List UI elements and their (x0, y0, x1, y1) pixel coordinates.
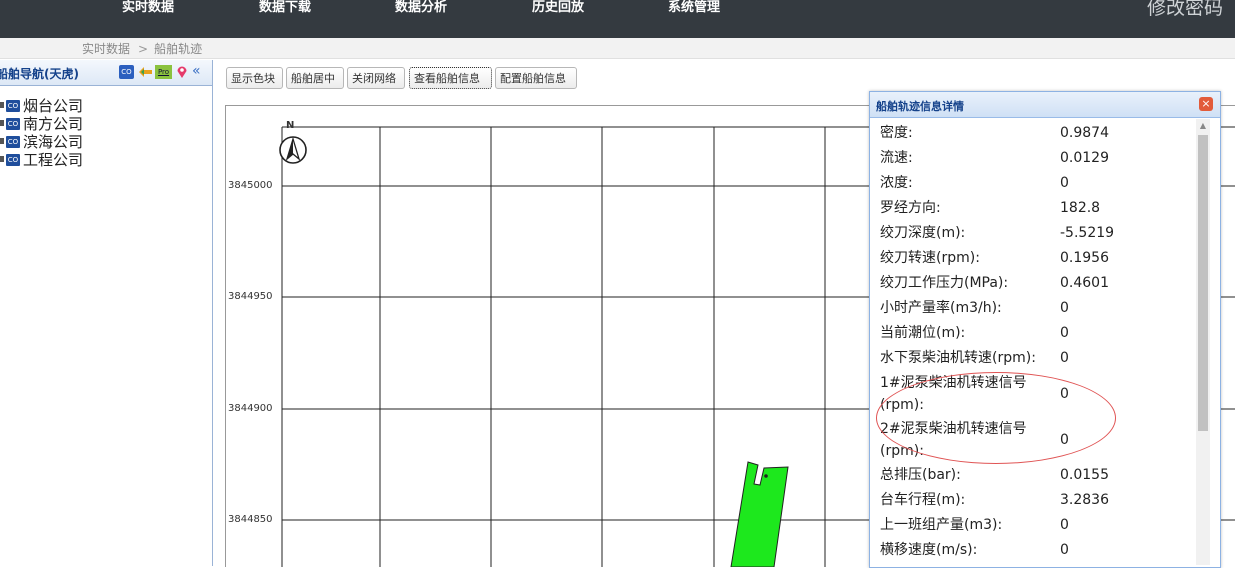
company-icon: CO (6, 118, 20, 130)
info-row-value: 0 (1060, 432, 1069, 448)
info-window-header[interactable]: 船舶轨迹信息详情 × (870, 92, 1220, 118)
center-ship-button[interactable]: 船舶居中 (286, 67, 344, 89)
panel-title: 船舶导航(天虎) (0, 67, 79, 81)
info-row-key: 横移速度(m/s): (880, 542, 978, 558)
y-axis-label: 3844900 (228, 403, 273, 414)
info-row-key: 流速: (880, 150, 913, 166)
close-icon[interactable]: × (1199, 97, 1213, 111)
nav-realtime-data[interactable]: 实时数据 (122, 0, 174, 17)
info-row-value: 182.8 (1060, 200, 1101, 216)
info-row-value: 0 (1060, 350, 1069, 366)
collapse-panel-icon[interactable]: « (192, 64, 204, 79)
breadcrumb-current: 船舶轨迹 (154, 42, 203, 56)
tree-item-label: 烟台公司 (23, 97, 84, 115)
north-label: N (286, 120, 295, 131)
info-row-value: 0 (1060, 542, 1069, 558)
info-row-value: -5.5219 (1060, 225, 1115, 241)
info-row: 1#泥泵柴油机转速信号(rpm): 0 (880, 372, 1200, 416)
info-row-value: 3.2836 (1060, 492, 1109, 508)
info-row: 2#泥泵柴油机转速信号(rpm): 0 (880, 418, 1200, 462)
y-axis-label: 3845000 (228, 180, 273, 191)
co-icon[interactable]: CO (119, 65, 134, 79)
north-arrow-icon (279, 136, 307, 164)
config-ship-info-button[interactable]: 配置船舶信息 (495, 67, 577, 89)
info-row-value: 0.0155 (1060, 467, 1109, 483)
change-password-link[interactable]: 修改密码 (1147, 0, 1223, 20)
company-icon: CO (6, 154, 20, 166)
info-row-value: 0.0129 (1060, 150, 1109, 166)
info-row-value: 0 (1060, 325, 1069, 341)
info-row-value: 0 (1060, 517, 1069, 533)
breadcrumb-separator: > (138, 42, 149, 56)
expand-icon[interactable] (0, 120, 4, 126)
view-ship-info-button[interactable]: 查看船舶信息 (409, 67, 492, 89)
y-axis-label: 3844850 (228, 514, 273, 525)
top-nav-bar: 实时数据 数据下载 数据分析 历史回放 系统管理 修改密码 (0, 0, 1235, 38)
info-row-key: 上一班组产量(m3): (880, 517, 1003, 533)
pro-icon[interactable]: Pro (155, 65, 172, 79)
nav-system-management[interactable]: 系统管理 (668, 0, 720, 17)
ship-track-info-window: 船舶轨迹信息详情 × 密度: 0.9874 流速: 0.0129 浓度: 0 罗经方向… (869, 91, 1221, 568)
info-row-key: 绞刀工作压力(MPa): (880, 275, 1009, 291)
info-row-key: 绞刀转速(rpm): (880, 250, 980, 266)
info-row-key: 台车行程(m): (880, 492, 966, 508)
info-row-key: 水下泵柴油机转速(rpm): (880, 350, 1036, 366)
nav-history-playback[interactable]: 历史回放 (532, 0, 584, 17)
info-row-key: 当前潮位(m): (880, 325, 966, 341)
info-row-key: 小时产量率(m3/h): (880, 300, 1002, 316)
y-axis-label: 3844950 (228, 291, 273, 302)
info-row-key: 罗经方向: (880, 200, 941, 216)
tree-item-label: 工程公司 (23, 151, 84, 169)
scrollbar-thumb[interactable] (1198, 135, 1208, 431)
nav-data-download[interactable]: 数据下载 (259, 0, 311, 17)
info-window-title: 船舶轨迹信息详情 (876, 100, 964, 113)
scroll-up-icon[interactable]: ▲ (1196, 119, 1210, 133)
info-row-value: 0.4601 (1060, 275, 1109, 291)
close-grid-button[interactable]: 关闭网络 (347, 67, 405, 89)
expand-icon[interactable] (0, 156, 4, 162)
expand-icon[interactable] (0, 138, 4, 144)
info-row-value: 0.9874 (1060, 125, 1109, 141)
info-row-value: 0 (1060, 175, 1069, 191)
info-row-key: 总排压(bar): (880, 467, 961, 483)
info-row-key: 浓度: (880, 175, 913, 191)
nav-data-analysis[interactable]: 数据分析 (395, 0, 447, 17)
company-icon: CO (6, 100, 20, 112)
company-icon: CO (6, 136, 20, 148)
info-window-body: 密度: 0.9874 流速: 0.0129 浓度: 0 罗经方向: 182.8 绞刀深度… (870, 118, 1205, 567)
ship-marker[interactable] (730, 461, 789, 567)
info-row-key: 1#泥泵柴油机转速信号(rpm): (880, 375, 1027, 413)
show-color-block-button[interactable]: 显示色块 (226, 67, 283, 89)
info-row-key: 密度: (880, 125, 913, 141)
info-scrollbar[interactable]: ▲ (1196, 119, 1210, 565)
panel-header: 船舶导航(天虎) CO Pro « (0, 60, 212, 86)
tree-item-label: 滨海公司 (23, 133, 84, 151)
info-row-key: 绞刀深度(m): (880, 225, 966, 241)
breadcrumb: 实时数据 > 船舶轨迹 (0, 38, 1235, 59)
tree-item-label: 南方公司 (23, 115, 84, 133)
expand-icon[interactable] (0, 102, 4, 108)
info-row-key: 2#泥泵柴油机转速信号(rpm): (880, 421, 1027, 459)
ship-navigation-panel: 船舶导航(天虎) CO Pro « CO 烟台公司 CO 南方公司 CO 滨海公… (0, 60, 213, 566)
info-row-value: 0 (1060, 300, 1069, 316)
info-row-value: 0 (1060, 386, 1069, 402)
route-icon[interactable] (138, 65, 153, 79)
breadcrumb-root[interactable]: 实时数据 (82, 42, 130, 56)
location-pin-icon[interactable] (176, 65, 188, 79)
info-row-value: 0.1956 (1060, 250, 1109, 266)
